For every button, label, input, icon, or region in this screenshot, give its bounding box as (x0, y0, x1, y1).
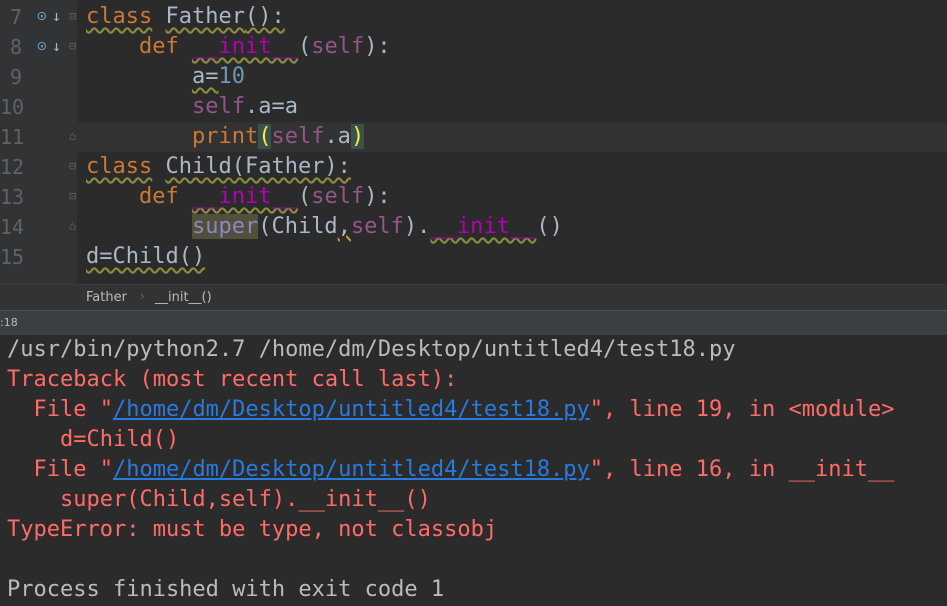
traceback-frame-1: File "/home/dm/Desktop/untitled4/test18.… (7, 397, 895, 422)
exit-message: Process finished with exit code 1 (7, 577, 445, 602)
line-number: 10 (0, 95, 25, 119)
fold-marker-icon[interactable]: ⌂ (69, 129, 81, 143)
breadcrumb-item-method[interactable]: __init__() (155, 290, 212, 305)
fold-marker-icon[interactable]: ⊟ (69, 159, 81, 173)
code-line-12[interactable]: 12 ⊟ class Child(Father): (0, 152, 947, 182)
code-line-7[interactable]: 7 ⊙ ↓ ⊟ class Father(): (0, 2, 947, 32)
code-line-11[interactable]: 11 ⌂ print(self.a) (0, 122, 947, 152)
run-console[interactable]: /usr/bin/python2.7 /home/dm/Desktop/unti… (0, 335, 947, 606)
console-command-line: /usr/bin/python2.7 /home/dm/Desktop/unti… (7, 337, 736, 362)
code-text: print(self.a) (191, 124, 365, 149)
code-line-14[interactable]: 14 ⌂ super(Child,self).__init__() (0, 212, 947, 242)
line-number: 9 (9, 65, 22, 89)
code-text: def __init__(self): (138, 184, 391, 209)
line-number: 15 (0, 245, 25, 269)
line-number: 8 (9, 35, 22, 59)
line-number: 14 (0, 215, 25, 239)
line-number: 11 (0, 125, 25, 149)
code-text: class Father(): (86, 4, 285, 29)
chevron-right-icon: › (140, 289, 145, 303)
file-link[interactable]: /home/dm/Desktop/untitled4/test18.py (113, 397, 590, 422)
code-text: d=Child() (86, 244, 206, 269)
line-number: 7 (9, 5, 22, 29)
file-link[interactable]: /home/dm/Desktop/untitled4/test18.py (113, 457, 590, 482)
traceback-frame-2: File "/home/dm/Desktop/untitled4/test18.… (7, 457, 895, 482)
traceback-header: Traceback (most recent call last): (7, 367, 458, 392)
code-line-10[interactable]: 10 self.a=a (0, 92, 947, 122)
code-text: class Child(Father): (86, 154, 351, 179)
code-text: super(Child,self).__init__() (191, 214, 563, 239)
code-text: self.a=a (191, 94, 298, 119)
fold-marker-icon[interactable]: ⌂ (69, 219, 81, 233)
code-line-15[interactable]: 15 d=Child() (0, 242, 947, 272)
implemented-arrow-icon[interactable]: ↓ (52, 37, 70, 55)
traceback-code-2: super(Child,self).__init__() (7, 487, 431, 512)
code-editor[interactable]: 7 ⊙ ↓ ⊟ class Father(): 8 ⊙ ↓ ⊟ def __in… (0, 0, 947, 284)
code-text: def __init__(self): (138, 34, 391, 59)
error-message: TypeError: must be type, not classobj (7, 517, 498, 542)
run-tool-window-header: :18 (0, 310, 947, 336)
run-tab-label[interactable]: :18 (0, 316, 18, 329)
fold-marker-icon[interactable]: ⊟ (69, 9, 81, 23)
traceback-code-1: d=Child() (7, 427, 180, 452)
line-number: 12 (0, 155, 25, 179)
line-number: 13 (0, 185, 25, 209)
code-line-9[interactable]: 9 a=10 (0, 62, 947, 92)
code-line-13[interactable]: 13 ⊟ def __init__(self): (0, 182, 947, 212)
code-line-8[interactable]: 8 ⊙ ↓ ⊟ def __init__(self): (0, 32, 947, 62)
breadcrumb-item-class[interactable]: Father (86, 290, 127, 305)
fold-marker-icon[interactable]: ⊟ (69, 39, 81, 53)
implemented-arrow-icon[interactable]: ↓ (52, 7, 70, 25)
fold-marker-icon[interactable]: ⊟ (69, 189, 81, 203)
code-text: a=10 (191, 64, 245, 89)
breadcrumb: Father › __init__() (0, 284, 947, 311)
